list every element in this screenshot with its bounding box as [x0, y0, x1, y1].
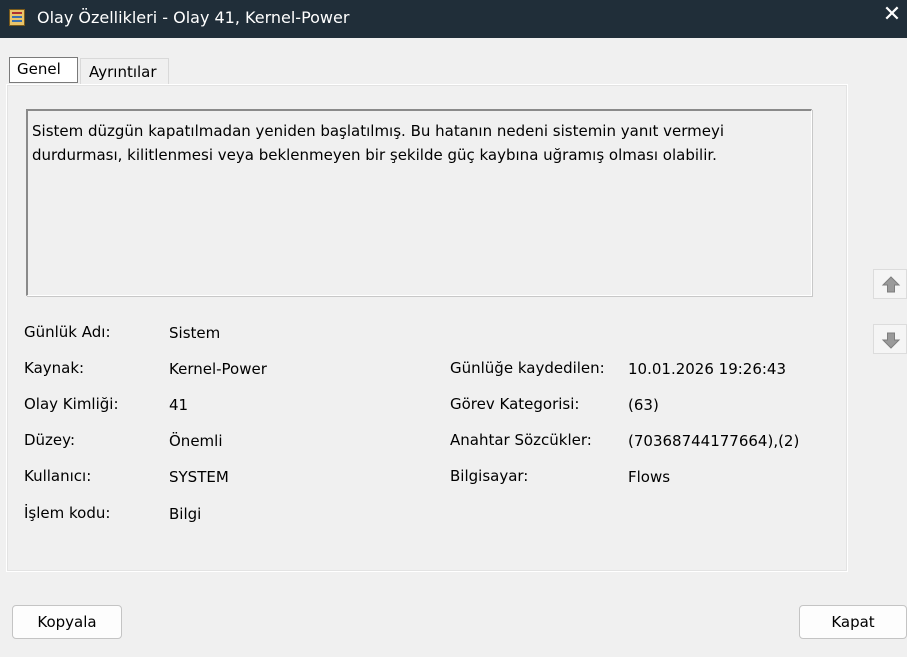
source-value[interactable]: Kernel-Power	[169, 360, 267, 378]
event-viewer-icon	[9, 9, 25, 26]
arrow-down-icon	[881, 332, 901, 349]
computer-value[interactable]: Flows	[628, 468, 670, 486]
computer-label: Bilgisayar:	[450, 467, 529, 485]
event-id-label: Olay Kimliği:	[24, 395, 119, 413]
user-value[interactable]: SYSTEM	[169, 468, 229, 486]
task-category-value[interactable]: (63)	[628, 396, 659, 414]
title-bar: Olay Özellikleri - Olay 41, Kernel-Power…	[0, 0, 907, 38]
tab-details[interactable]: Ayrıntılar	[80, 58, 169, 84]
copy-button[interactable]: Kopyala	[12, 605, 122, 639]
next-event-button[interactable]	[873, 324, 907, 354]
source-label: Kaynak:	[24, 359, 85, 377]
arrow-up-icon	[881, 276, 901, 293]
log-name-value[interactable]: Sistem	[169, 324, 220, 342]
tab-general[interactable]: Genel	[9, 57, 78, 83]
close-window-button[interactable]: ✕	[877, 0, 907, 32]
logged-value[interactable]: 10.01.2026 19:26:43	[628, 360, 786, 378]
opcode-label: İşlem kodu:	[24, 504, 111, 522]
level-label: Düzey:	[24, 431, 75, 449]
user-label: Kullanıcı:	[24, 467, 92, 485]
task-category-label: Görev Kategorisi:	[450, 395, 580, 413]
log-name-label: Günlük Adı:	[24, 323, 111, 341]
level-value[interactable]: Önemli	[169, 432, 223, 450]
keywords-label: Anahtar Sözcükler:	[450, 431, 592, 449]
event-description[interactable]: Sistem düzgün kapatılmadan yeniden başla…	[26, 109, 812, 296]
previous-event-button[interactable]	[873, 269, 907, 299]
opcode-value[interactable]: Bilgi	[169, 505, 201, 523]
keywords-value[interactable]: (70368744177664),(2)	[628, 432, 799, 450]
close-button[interactable]: Kapat	[799, 605, 907, 639]
event-id-value[interactable]: 41	[169, 396, 188, 414]
logged-label: Günlüğe kaydedilen:	[450, 359, 605, 377]
window-title: Olay Özellikleri - Olay 41, Kernel-Power	[37, 8, 350, 27]
